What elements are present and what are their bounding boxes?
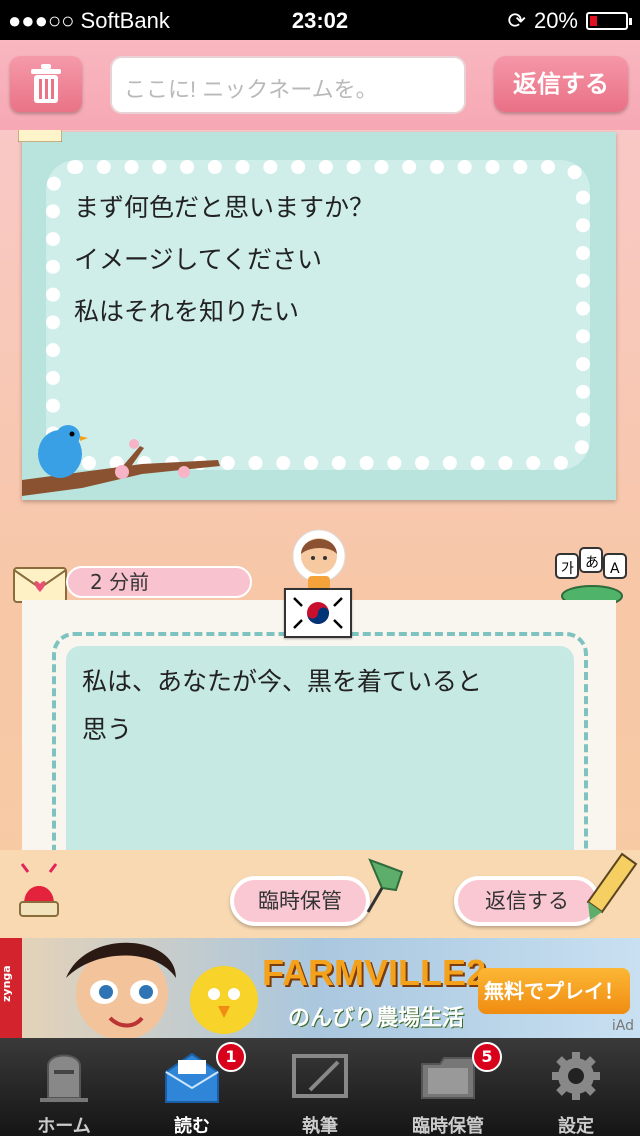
letter-area: まず何色だと思いますか？ イメージしてください 私はそれを知りたい 2 分前 가… <box>0 130 640 938</box>
status-bar: ●●●○○ SoftBank 23:02 ⟳ 20% <box>0 0 640 40</box>
trash-button[interactable] <box>10 56 82 112</box>
reply-button-top[interactable]: 返信する <box>494 56 628 112</box>
trash-icon <box>31 64 61 103</box>
ad-banner[interactable]: zynga FARMVILLE2 のんびり農場生活 無料でプレイ！ iAd <box>0 938 640 1038</box>
status-right: ⟳ 20% <box>507 8 632 34</box>
message-line: まず何色だと思いますか？ <box>74 193 375 222</box>
character-illustration <box>66 942 258 1038</box>
pencil-icon <box>586 852 638 920</box>
reply-text: 私は、あなたが今、黒を着ていると 思う <box>66 646 574 878</box>
reply-line: 思う <box>82 715 133 744</box>
envelope-icon <box>13 567 67 603</box>
pin-icon <box>366 858 404 913</box>
tab-home[interactable]: ホーム <box>0 1038 128 1136</box>
tab-label: ホーム <box>37 1116 91 1136</box>
letter-corner-icon <box>18 130 62 142</box>
save-temp-button[interactable]: 臨時保管 <box>230 876 370 926</box>
message-line: イメージしてください <box>74 245 323 274</box>
tab-write[interactable]: 執筆 <box>256 1038 384 1136</box>
open-mail-icon <box>165 1052 219 1103</box>
reply-button-bottom[interactable]: 返信する <box>454 876 600 926</box>
orientation-lock-icon: ⟳ <box>507 8 526 33</box>
svg-text:A: A <box>610 561 620 577</box>
tab-label: 設定 <box>558 1116 594 1136</box>
mailbox-icon <box>40 1054 88 1102</box>
alert-lamp-icon[interactable] <box>14 854 64 924</box>
saved-badge: 5 <box>472 1042 502 1072</box>
bird-on-branch-illustration <box>22 425 220 496</box>
message-card: まず何色だと思いますか？ イメージしてください 私はそれを知りたい <box>22 132 616 500</box>
message-line: 私はそれを知りたい <box>74 297 300 326</box>
tab-label: 読む <box>174 1116 210 1136</box>
action-bar: 臨時保管 返信する <box>0 850 640 938</box>
folder-icon <box>421 1057 475 1099</box>
zynga-logo: zynga <box>0 938 22 1038</box>
gear-icon <box>552 1052 600 1100</box>
svg-text:あ: あ <box>585 555 599 571</box>
tab-label: 臨時保管 <box>412 1116 484 1136</box>
avatar <box>292 529 346 590</box>
reply-line: 私は、あなたが今、黒を着ていると <box>82 667 483 696</box>
tab-read[interactable]: 読む 1 <box>128 1038 256 1136</box>
tab-bar: ホーム 読む 1 執筆 臨時保管 5 設定 <box>0 1038 640 1136</box>
message-text: まず何色だと思いますか？ イメージしてください 私はそれを知りたい <box>74 182 374 338</box>
tab-label: 執筆 <box>302 1116 338 1136</box>
ad-play-button[interactable]: 無料でプレイ！ <box>478 968 630 1014</box>
svg-text:가: 가 <box>561 561 574 577</box>
tab-temp-save[interactable]: 臨時保管 5 <box>384 1038 512 1136</box>
tab-settings[interactable]: 設定 <box>512 1038 640 1136</box>
nickname-input[interactable]: ここに! ニックネームを。 <box>110 56 466 114</box>
battery-percent: 20% <box>533 8 578 33</box>
iad-label: iAd <box>611 1018 634 1034</box>
korea-flag-icon <box>284 588 352 638</box>
time-ago-badge: 2 分前 <box>66 566 252 598</box>
ad-subtitle: のんびり農場生活 <box>288 1006 465 1031</box>
write-icon <box>292 1054 348 1098</box>
battery-icon <box>586 12 632 30</box>
unread-badge: 1 <box>216 1042 246 1072</box>
top-bar: ここに! ニックネームを。 返信する <box>0 40 640 130</box>
ad-title: FARMVILLE2 <box>262 952 487 993</box>
